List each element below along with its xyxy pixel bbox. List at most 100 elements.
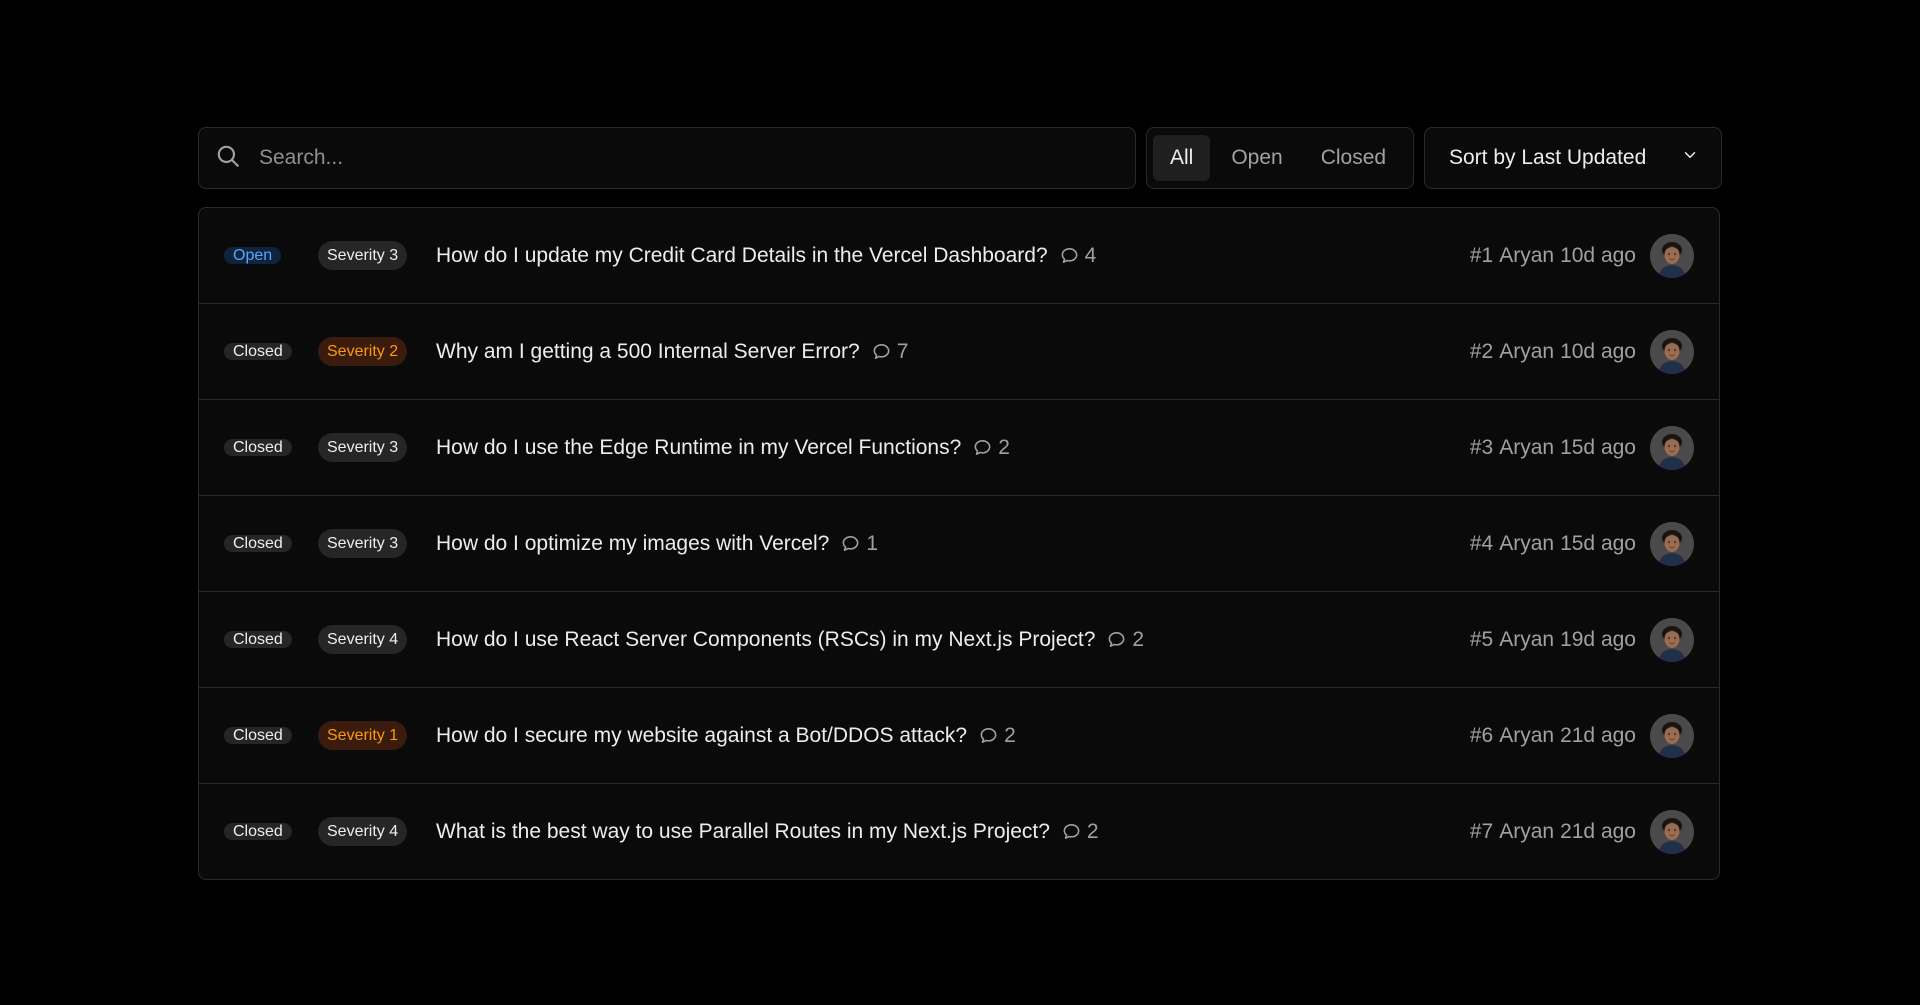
- comment-count-value: 2: [1086, 819, 1099, 843]
- issue-title[interactable]: How do I optimize my images with Vercel?: [436, 532, 829, 556]
- comment-icon: [842, 535, 859, 552]
- issue-title[interactable]: How do I update my Credit Card Details i…: [436, 244, 1048, 268]
- issue-title[interactable]: How do I use React Server Components (RS…: [436, 628, 1095, 652]
- status-filter: All Open Closed: [1146, 127, 1414, 189]
- issue-row[interactable]: Open Severity 3 How do I update my Credi…: [199, 208, 1719, 304]
- comment-count-value: 2: [998, 435, 1010, 459]
- issue-number: #7: [1469, 819, 1494, 843]
- status-cell: Closed: [224, 433, 318, 462]
- issue-author: Aryan: [1499, 243, 1555, 267]
- comment-count-value: 1: [866, 531, 879, 555]
- issue-updated: 19d ago: [1560, 627, 1636, 651]
- severity-badge: Severity 3: [318, 241, 408, 270]
- severity-cell: Severity 3: [318, 529, 436, 558]
- severity-badge: Severity 3: [318, 529, 408, 558]
- avatar[interactable]: [1650, 713, 1694, 758]
- issue-meta: #5 Aryan 19d ago: [1470, 628, 1636, 652]
- severity-cell: Severity 4: [318, 817, 436, 846]
- issue-number: #2: [1469, 339, 1494, 363]
- sort-dropdown[interactable]: Sort by Last Updated: [1424, 127, 1722, 189]
- issue-number: #5: [1469, 627, 1494, 651]
- status-badge: Closed: [224, 823, 292, 840]
- issue-list: Open Severity 3 How do I update my Credi…: [198, 207, 1720, 880]
- issue-number: #4: [1469, 531, 1494, 555]
- severity-cell: Severity 2: [318, 337, 436, 366]
- severity-cell: Severity 4: [318, 625, 436, 654]
- issue-row[interactable]: Closed Severity 2 Why am I getting a 500…: [199, 304, 1719, 400]
- status-cell: Closed: [224, 625, 318, 654]
- avatar[interactable]: [1650, 617, 1694, 662]
- status-cell: Closed: [224, 817, 318, 846]
- issue-row[interactable]: Closed Severity 4 What is the best way t…: [199, 784, 1719, 879]
- issue-author: Aryan: [1499, 339, 1555, 363]
- comment-count-value: 7: [896, 339, 909, 363]
- comment-count: 4: [1060, 243, 1097, 268]
- avatar[interactable]: [1650, 521, 1694, 566]
- issue-updated: 21d ago: [1560, 723, 1636, 747]
- issue-title[interactable]: How do I secure my website against a Bot…: [436, 724, 967, 748]
- issue-updated: 10d ago: [1560, 339, 1636, 363]
- comment-icon: [1063, 823, 1080, 840]
- issue-author: Aryan: [1499, 627, 1555, 651]
- issue-updated: 21d ago: [1560, 819, 1636, 843]
- issue-number: #1: [1469, 243, 1494, 267]
- comment-count: 7: [872, 339, 909, 364]
- filter-closed-tab[interactable]: Closed: [1304, 135, 1403, 181]
- comment-count-value: 2: [1004, 723, 1016, 747]
- issue-meta: #2 Aryan 10d ago: [1470, 340, 1636, 364]
- issue-number: #3: [1469, 435, 1494, 459]
- comment-icon: [1061, 247, 1078, 264]
- severity-cell: Severity 3: [318, 241, 436, 270]
- status-badge: Closed: [224, 727, 292, 744]
- comment-count-value: 4: [1084, 243, 1097, 267]
- status-badge: Closed: [224, 535, 292, 552]
- issue-row[interactable]: Closed Severity 1 How do I secure my web…: [199, 688, 1719, 784]
- issue-meta: #4 Aryan 15d ago: [1470, 532, 1636, 556]
- avatar[interactable]: [1650, 233, 1694, 278]
- comment-count-value: 2: [1132, 627, 1145, 651]
- severity-cell: Severity 1: [318, 721, 436, 750]
- comment-icon: [1108, 631, 1125, 648]
- comment-icon: [980, 727, 997, 744]
- issue-author: Aryan: [1499, 723, 1555, 747]
- issue-meta: #7 Aryan 21d ago: [1470, 820, 1636, 844]
- status-badge: Open: [224, 247, 282, 264]
- issue-meta: #6 Aryan 21d ago: [1470, 724, 1636, 748]
- filter-open-tab[interactable]: Open: [1214, 135, 1299, 181]
- status-cell: Closed: [224, 337, 318, 366]
- issue-meta: #3 Aryan 15d ago: [1470, 436, 1636, 460]
- issue-updated: 15d ago: [1560, 435, 1636, 459]
- status-cell: Closed: [224, 529, 318, 558]
- chevron-down-icon: [1681, 146, 1699, 170]
- issue-title[interactable]: What is the best way to use Parallel Rou…: [436, 820, 1050, 844]
- issue-row[interactable]: Closed Severity 3 How do I optimize my i…: [199, 496, 1719, 592]
- severity-badge: Severity 3: [318, 433, 408, 462]
- comment-icon: [873, 343, 890, 360]
- severity-cell: Severity 3: [318, 433, 436, 462]
- comment-count: 2: [1062, 820, 1099, 844]
- issue-row[interactable]: Closed Severity 3 How do I use the Edge …: [199, 400, 1719, 496]
- status-badge: Closed: [224, 631, 292, 648]
- issues-panel: All Open Closed Sort by Last Updated Ope…: [198, 127, 1722, 880]
- filter-all-tab[interactable]: All: [1153, 135, 1211, 181]
- avatar[interactable]: [1650, 425, 1694, 470]
- status-cell: Open: [224, 241, 318, 270]
- search-box[interactable]: [198, 127, 1136, 189]
- issue-updated: 10d ago: [1560, 243, 1636, 267]
- issue-author: Aryan: [1499, 819, 1555, 843]
- comment-count: 1: [841, 532, 878, 556]
- toolbar: All Open Closed Sort by Last Updated: [198, 127, 1722, 189]
- severity-badge: Severity 4: [318, 625, 408, 654]
- status-badge: Closed: [224, 343, 292, 360]
- issue-row[interactable]: Closed Severity 4 How do I use React Ser…: [199, 592, 1719, 688]
- comment-count: 2: [1107, 628, 1144, 652]
- severity-badge: Severity 4: [318, 817, 408, 846]
- avatar[interactable]: [1650, 329, 1694, 374]
- issue-title[interactable]: How do I use the Edge Runtime in my Verc…: [436, 436, 961, 460]
- comment-count: 2: [979, 724, 1016, 748]
- search-input[interactable]: [257, 145, 1121, 171]
- search-icon: [215, 143, 241, 174]
- status-badge: Closed: [224, 439, 292, 456]
- avatar[interactable]: [1650, 809, 1694, 854]
- issue-title[interactable]: Why am I getting a 500 Internal Server E…: [436, 340, 860, 364]
